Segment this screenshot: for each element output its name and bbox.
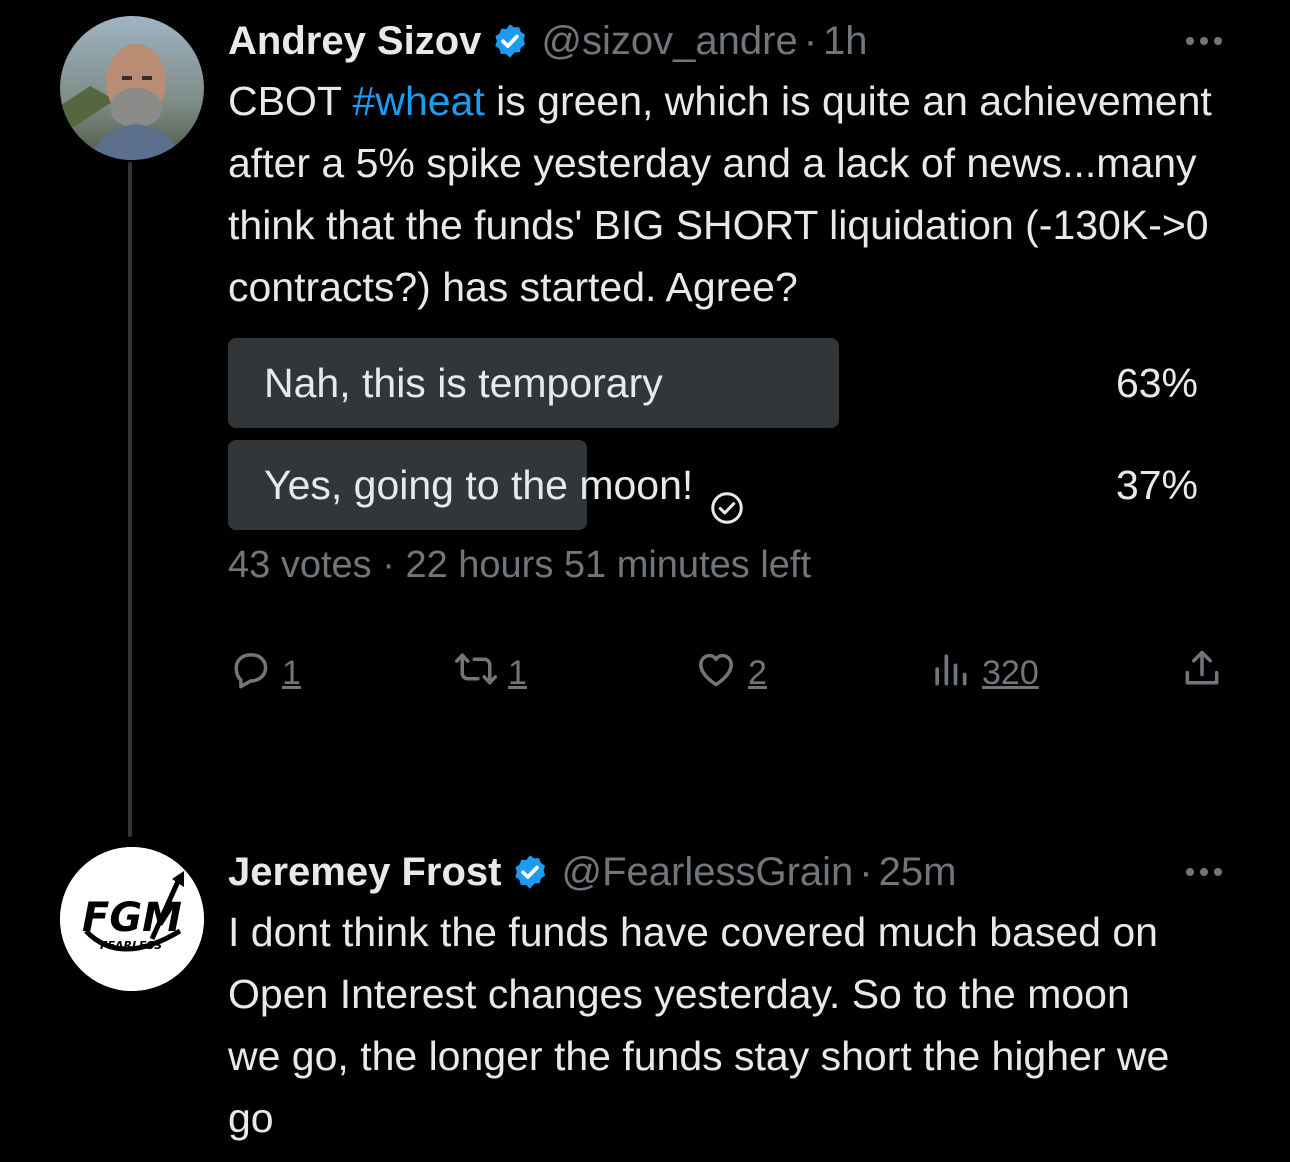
poll-option-label: Yes, going to the moon!: [264, 440, 745, 530]
header-separator: ·: [803, 18, 818, 63]
avatar-photo: [60, 16, 204, 160]
retweet-icon: [454, 647, 498, 700]
logo-text: FGM: [82, 895, 182, 941]
poll-option[interactable]: Yes, going to the moon! 37%: [228, 440, 1198, 530]
hashtag-link[interactable]: #wheat: [353, 78, 485, 124]
verified-badge-icon: [511, 853, 549, 891]
author-name[interactable]: Jeremey Frost: [228, 850, 501, 895]
logo-subtext: FEARLESS: [100, 939, 162, 952]
tweet-andrey-sizov: Andrey Sizov @sizov_andre · 1h CBOT #whe…: [228, 12, 1238, 703]
share-icon: [1180, 647, 1224, 700]
check-circle-icon: [709, 467, 745, 524]
fgm-logo-icon: FGM FEARLESS: [60, 847, 204, 991]
more-icon[interactable]: [1180, 857, 1228, 887]
tweet-timestamp[interactable]: 25m: [879, 850, 957, 895]
tweet-header: Jeremey Frost @FearlessGrain · 25m: [228, 843, 1238, 901]
tweet-text-start: CBOT: [228, 78, 353, 124]
tweet-text: CBOT #wheat is green, which is quite an …: [228, 70, 1238, 318]
retweet-count: 1: [508, 653, 527, 692]
tweet-header: Andrey Sizov @sizov_andre · 1h: [228, 12, 1238, 70]
more-icon[interactable]: [1180, 26, 1228, 56]
author-name[interactable]: Andrey Sizov: [228, 19, 481, 64]
like-button[interactable]: 2: [694, 643, 767, 703]
tweet-jeremey-frost: Jeremey Frost @FearlessGrain · 25m I don…: [228, 843, 1238, 1149]
author-handle[interactable]: @FearlessGrain: [561, 850, 853, 895]
reply-count: 1: [282, 653, 301, 692]
retweet-button[interactable]: 1: [454, 643, 527, 703]
poll-meta: 43 votes · 22 hours 51 minutes left: [228, 544, 1198, 587]
poll-option-percent: 63%: [1115, 360, 1198, 406]
reply-button[interactable]: 1: [228, 643, 301, 703]
poll-option-percent: 37%: [1115, 462, 1198, 508]
author-handle[interactable]: @sizov_andre: [541, 19, 797, 64]
avatar-jeremey-frost[interactable]: FGM FEARLESS: [60, 847, 204, 991]
timeline: Andrey Sizov @sizov_andre · 1h CBOT #whe…: [0, 0, 1290, 1162]
poll-option-label: Nah, this is temporary: [264, 360, 663, 406]
views-button[interactable]: 320: [928, 643, 1039, 703]
header-separator: ·: [859, 849, 873, 894]
tweet-text: I dont think the funds have covered much…: [228, 909, 1181, 1141]
avatar-andrey-sizov[interactable]: [60, 16, 204, 160]
verified-badge-icon: [491, 22, 529, 60]
poll-votes: 43 votes: [228, 544, 372, 586]
share-button[interactable]: [1180, 643, 1224, 703]
like-count: 2: [748, 653, 767, 692]
views-icon: [928, 647, 972, 700]
poll-time-left: 22 hours 51 minutes left: [405, 544, 812, 586]
views-count: 320: [982, 653, 1039, 692]
like-icon: [694, 647, 738, 700]
tweet-timestamp[interactable]: 1h: [823, 19, 868, 64]
reply-icon: [228, 647, 272, 700]
tweet-actions: 1 1 2 320: [228, 643, 1228, 703]
thread-connector-line: [128, 162, 132, 837]
poll-option[interactable]: Nah, this is temporary 63%: [228, 338, 1198, 428]
poll: Nah, this is temporary 63% Yes, going to…: [228, 338, 1198, 587]
poll-meta-separator: ·: [382, 544, 395, 586]
